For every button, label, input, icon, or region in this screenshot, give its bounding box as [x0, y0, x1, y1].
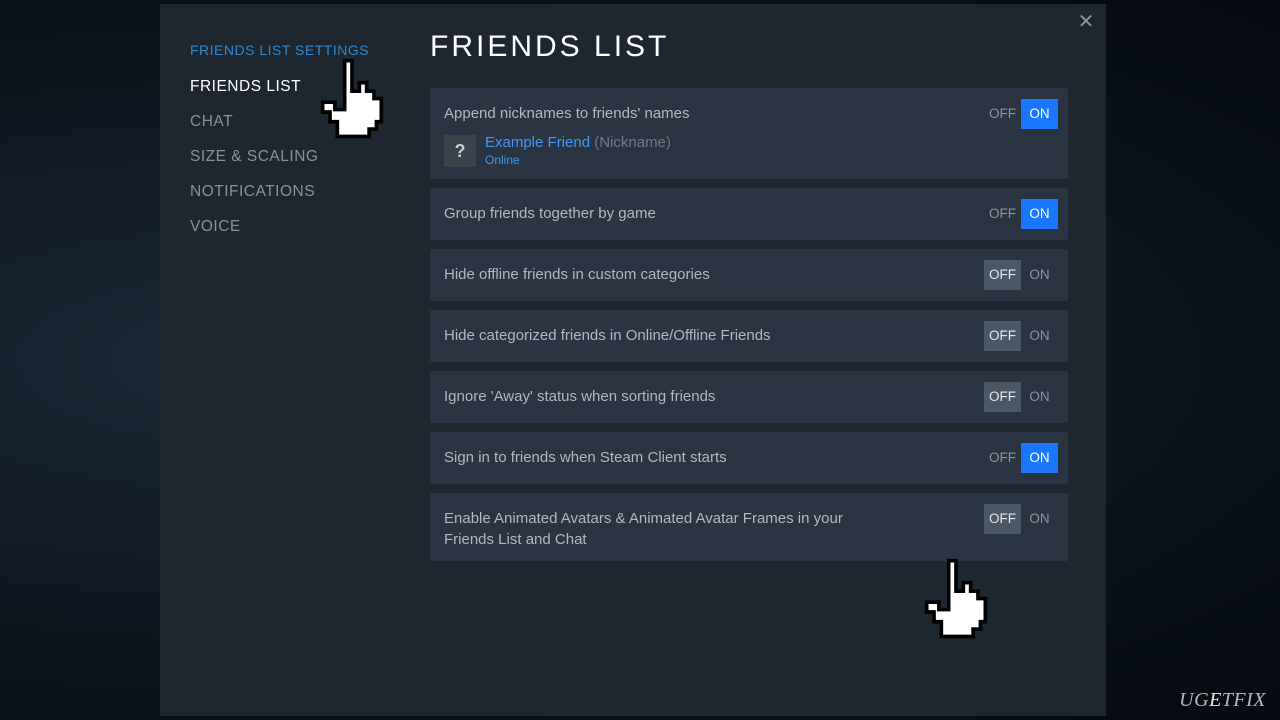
setting-label: Hide categorized friends in Online/Offli…: [444, 321, 771, 346]
close-icon[interactable]: ✕: [1076, 12, 1096, 32]
toggle-on[interactable]: ON: [1021, 199, 1058, 229]
toggle: OFFON: [984, 443, 1058, 473]
main-panel: FRIENDS LIST Append nicknames to friends…: [400, 4, 1106, 716]
setting-row: Enable Animated Avatars & Animated Avata…: [430, 493, 1068, 561]
sidebar-item-friends-list[interactable]: FRIENDS LIST: [190, 78, 400, 96]
toggle-on[interactable]: ON: [1021, 260, 1058, 290]
setting-label: Append nicknames to friends' names: [444, 99, 690, 124]
setting-label: Group friends together by game: [444, 199, 656, 224]
toggle: OFFON: [984, 99, 1058, 129]
toggle: OFFON: [984, 199, 1058, 229]
toggle-off[interactable]: OFF: [984, 99, 1021, 129]
toggle: OFFON: [984, 321, 1058, 351]
toggle-off[interactable]: OFF: [984, 382, 1021, 412]
sidebar: FRIENDS LIST SETTINGS FRIENDS LIST CHAT SI…: [160, 4, 400, 716]
setting-label: Enable Animated Avatars & Animated Avata…: [444, 504, 874, 550]
friend-nickname: (Nickname): [594, 134, 671, 151]
sidebar-item-voice[interactable]: VOICE: [190, 218, 400, 236]
page-title: FRIENDS LIST: [430, 30, 1068, 64]
toggle-on[interactable]: ON: [1021, 321, 1058, 351]
toggle-off[interactable]: OFF: [984, 260, 1021, 290]
settings-list: Append nicknames to friends' names? Examp…: [430, 88, 1068, 561]
toggle-off[interactable]: OFF: [984, 443, 1021, 473]
toggle: OFFON: [984, 504, 1058, 534]
window-body: FRIENDS LIST SETTINGS FRIENDS LIST CHAT SI…: [160, 4, 1106, 716]
friend-status: Online: [485, 153, 671, 167]
toggle-on[interactable]: ON: [1021, 382, 1058, 412]
sidebar-nav: FRIENDS LIST CHAT SIZE & SCALING NOTIFICATI…: [190, 78, 400, 236]
sidebar-item-notifications[interactable]: NOTIFICATIONS: [190, 183, 400, 201]
setting-row: Group friends together by game OFFON: [430, 188, 1068, 240]
setting-row: Hide offline friends in custom categorie…: [430, 249, 1068, 301]
toggle-off[interactable]: OFF: [984, 321, 1021, 351]
avatar: ?: [444, 135, 476, 167]
sidebar-item-chat[interactable]: CHAT: [190, 113, 400, 131]
setting-label: Hide offline friends in custom categorie…: [444, 260, 710, 285]
toggle: OFFON: [984, 382, 1058, 412]
watermark: UGETFIX: [1179, 689, 1266, 712]
setting-label: Ignore 'Away' status when sorting friend…: [444, 382, 715, 407]
sidebar-item-size-scaling[interactable]: SIZE & SCALING: [190, 148, 400, 166]
setting-label: Sign in to friends when Steam Client sta…: [444, 443, 727, 468]
setting-row: Ignore 'Away' status when sorting friend…: [430, 371, 1068, 423]
toggle-on[interactable]: ON: [1021, 504, 1058, 534]
setting-row: Append nicknames to friends' names? Examp…: [430, 88, 1068, 179]
setting-row: Hide categorized friends in Online/Offli…: [430, 310, 1068, 362]
toggle-on[interactable]: ON: [1021, 99, 1058, 129]
friend-name: Example Friend: [485, 134, 590, 151]
sidebar-header: FRIENDS LIST SETTINGS: [190, 42, 400, 58]
toggle-off[interactable]: OFF: [984, 504, 1021, 534]
settings-window: ✕ FRIENDS LIST SETTINGS FRIENDS LIST CHAT…: [160, 4, 1106, 716]
toggle-off[interactable]: OFF: [984, 199, 1021, 229]
example-friend: ? Example Friend (Nickname) Online: [444, 134, 690, 167]
toggle: OFFON: [984, 260, 1058, 290]
toggle-on[interactable]: ON: [1021, 443, 1058, 473]
setting-row: Sign in to friends when Steam Client sta…: [430, 432, 1068, 484]
